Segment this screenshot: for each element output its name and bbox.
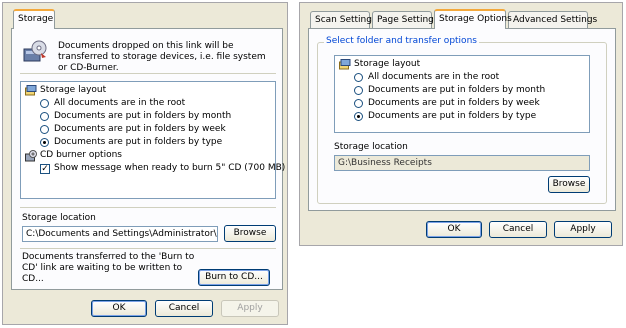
option-by-month[interactable]: Documents are put in folders by month	[54, 111, 231, 121]
browse-button[interactable]: Browse	[224, 225, 276, 242]
cancel-button[interactable]: Cancel	[489, 221, 547, 238]
tab-storage[interactable]: Storage	[13, 9, 55, 29]
apply-button[interactable]: Apply	[554, 221, 612, 238]
storage-layout-icon	[25, 85, 37, 96]
radio-by-type[interactable]	[354, 112, 363, 121]
storage-device-icon	[23, 40, 47, 62]
burn-to-cd-button[interactable]: Burn to CD...	[198, 269, 270, 286]
ok-button[interactable]: OK	[91, 300, 147, 317]
cd-burner-icon	[25, 150, 37, 162]
storage-description: Documents dropped on this link will be t…	[58, 41, 266, 73]
storage-layout-heading: Storage layout	[354, 59, 421, 69]
storage-location-label: Storage location	[22, 213, 96, 223]
scanner-settings-dialog: Scan Settings Page Settings Storage Opti…	[299, 2, 623, 246]
burn-message: Documents transferred to the 'Burn to CD…	[22, 252, 195, 284]
storage-layout-heading: Storage layout	[40, 85, 107, 95]
separator	[20, 73, 276, 74]
radio-by-week[interactable]	[40, 125, 49, 134]
option-by-month[interactable]: Documents are put in folders by month	[368, 85, 545, 95]
tab-scan-settings[interactable]: Scan Settings	[310, 11, 377, 29]
separator	[20, 248, 276, 249]
storage-options-tree: Storage layout All documents are in the …	[20, 81, 285, 199]
option-by-type[interactable]: Documents are put in folders by type	[54, 137, 222, 147]
cd-burner-heading: CD burner options	[40, 150, 122, 160]
separator	[20, 207, 276, 208]
folder-transfer-group: Select folder and transfer options Stora…	[317, 36, 607, 204]
storage-location-field[interactable]: G:\Business Receipts	[334, 155, 590, 171]
radio-all-in-root[interactable]	[354, 73, 363, 82]
show-message-label[interactable]: Show message when ready to burn 5" CD (7…	[54, 163, 285, 173]
storage-layout-tree: Storage layout All documents are in the …	[334, 55, 590, 133]
radio-by-week[interactable]	[354, 99, 363, 108]
option-by-week[interactable]: Documents are put in folders by week	[54, 124, 226, 134]
storage-options-page: Select folder and transfer options Stora…	[308, 28, 616, 211]
ok-button[interactable]: OK	[426, 221, 482, 238]
apply-button[interactable]: Apply	[221, 300, 279, 317]
radio-by-type[interactable]	[40, 138, 49, 147]
tab-page-settings[interactable]: Page Settings	[372, 11, 439, 29]
option-all-in-root[interactable]: All documents are in the root	[54, 98, 185, 108]
storage-location-label: Storage location	[334, 142, 408, 152]
radio-by-month[interactable]	[40, 112, 49, 121]
radio-by-month[interactable]	[354, 86, 363, 95]
storage-location-field[interactable]: C:\Documents and Settings\Administrator\…	[22, 226, 218, 242]
radio-all-in-root[interactable]	[40, 99, 49, 108]
tab-advanced-settings[interactable]: Advanced Settings	[508, 11, 597, 29]
group-title: Select folder and transfer options	[324, 36, 479, 46]
option-by-week[interactable]: Documents are put in folders by week	[368, 98, 540, 108]
storage-layout-icon	[339, 59, 351, 70]
tab-storage-options[interactable]: Storage Options	[434, 9, 512, 29]
storage-tab-page: Documents dropped on this link will be t…	[11, 28, 285, 290]
browse-button[interactable]: Browse	[548, 176, 590, 193]
cancel-button[interactable]: Cancel	[155, 300, 213, 317]
option-by-type[interactable]: Documents are put in folders by type	[368, 111, 536, 121]
option-all-in-root[interactable]: All documents are in the root	[368, 72, 499, 82]
storage-properties-dialog: Storage Documents dropped on this link w…	[2, 2, 288, 325]
show-message-checkbox[interactable]: ✓	[40, 164, 50, 174]
